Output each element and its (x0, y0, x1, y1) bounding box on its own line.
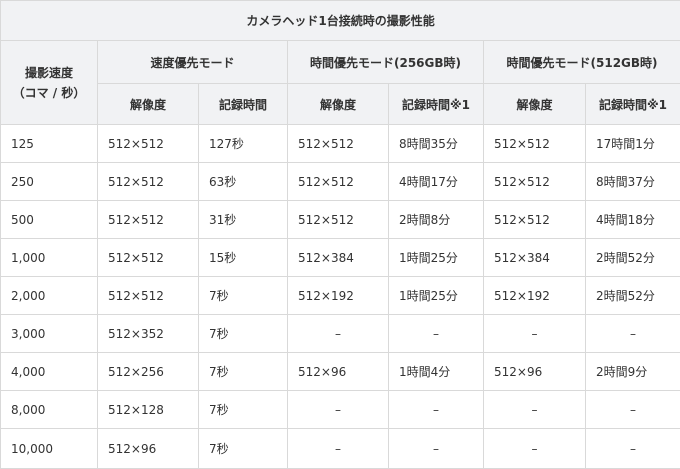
cell-resolution: 512×192 (484, 277, 586, 315)
cell-frame-rate: 125 (1, 125, 98, 163)
table-row: 250512×51263秒512×5124時間17分512×5128時間37分 (1, 163, 680, 201)
cell-resolution: 512×96 (288, 353, 389, 391)
group-header-time-priority-512gb: 時間優先モード(512GB時) (484, 41, 680, 84)
cell-frame-rate: 2,000 (1, 277, 98, 315)
cell-frame-rate: 1,000 (1, 239, 98, 277)
cell-resolution: – (484, 429, 586, 469)
cell-record-time: – (586, 429, 680, 469)
table-row: 3,000512×3527秒–––– (1, 315, 680, 353)
cell-resolution: 512×512 (98, 201, 199, 239)
speed-header-line1: 撮影速度 (25, 66, 73, 80)
performance-table: カメラヘッド1台接続時の撮影性能 撮影速度 （コマ / 秒） 速度優先モード 時… (0, 0, 680, 469)
cell-record-time: – (389, 315, 484, 353)
cell-resolution: 512×512 (288, 201, 389, 239)
cell-resolution: – (484, 315, 586, 353)
cell-record-time: – (586, 315, 680, 353)
cell-resolution: 512×512 (484, 163, 586, 201)
cell-record-time: – (389, 429, 484, 469)
cell-record-time: 2時間52分 (586, 239, 680, 277)
cell-record-time: 1時間25分 (389, 277, 484, 315)
cell-record-time: 7秒 (199, 277, 288, 315)
cell-record-time: 8時間35分 (389, 125, 484, 163)
cell-frame-rate: 10,000 (1, 429, 98, 469)
cell-record-time: 31秒 (199, 201, 288, 239)
table-row: 10,000512×967秒–––– (1, 429, 680, 469)
cell-frame-rate: 3,000 (1, 315, 98, 353)
cell-resolution: – (288, 429, 389, 469)
cell-resolution: 512×384 (484, 239, 586, 277)
cell-resolution: 512×512 (484, 125, 586, 163)
cell-record-time: 2時間8分 (389, 201, 484, 239)
cell-record-time: 7秒 (199, 391, 288, 429)
cell-resolution: 512×352 (98, 315, 199, 353)
cell-resolution: 512×128 (98, 391, 199, 429)
speed-header-line2: （コマ / 秒） (13, 86, 86, 100)
cell-resolution: – (288, 315, 389, 353)
cell-record-time: – (389, 391, 484, 429)
table-row: 8,000512×1287秒–––– (1, 391, 680, 429)
speed-header: 撮影速度 （コマ / 秒） (1, 41, 98, 125)
subheader-record-time: 記録時間※1 (586, 84, 680, 125)
table-title: カメラヘッド1台接続時の撮影性能 (1, 1, 680, 41)
cell-resolution: 512×384 (288, 239, 389, 277)
cell-record-time: 127秒 (199, 125, 288, 163)
cell-record-time: 15秒 (199, 239, 288, 277)
subheader-resolution: 解像度 (98, 84, 199, 125)
cell-frame-rate: 4,000 (1, 353, 98, 391)
cell-resolution: 512×96 (484, 353, 586, 391)
table-row: 4,000512×2567秒512×961時間4分512×962時間9分 (1, 353, 680, 391)
cell-record-time: 8時間37分 (586, 163, 680, 201)
cell-resolution: 512×512 (288, 125, 389, 163)
cell-record-time: 2時間9分 (586, 353, 680, 391)
subheader-record-time: 記録時間 (199, 84, 288, 125)
subheader-resolution: 解像度 (288, 84, 389, 125)
cell-record-time: 1時間25分 (389, 239, 484, 277)
table-row: 1,000512×51215秒512×3841時間25分512×3842時間52… (1, 239, 680, 277)
cell-resolution: 512×512 (98, 277, 199, 315)
table-row: 125512×512127秒512×5128時間35分512×51217時間1分 (1, 125, 680, 163)
subheader-resolution: 解像度 (484, 84, 586, 125)
group-header-speed-priority: 速度優先モード (98, 41, 288, 84)
cell-record-time: 1時間4分 (389, 353, 484, 391)
table-row: 2,000512×5127秒512×1921時間25分512×1922時間52分 (1, 277, 680, 315)
cell-resolution: 512×512 (484, 201, 586, 239)
cell-record-time: 4時間17分 (389, 163, 484, 201)
cell-resolution: 512×512 (98, 125, 199, 163)
cell-resolution: 512×256 (98, 353, 199, 391)
cell-record-time: 7秒 (199, 315, 288, 353)
subheader-record-time: 記録時間※1 (389, 84, 484, 125)
cell-record-time: 63秒 (199, 163, 288, 201)
cell-record-time: 17時間1分 (586, 125, 680, 163)
cell-resolution: 512×512 (98, 239, 199, 277)
group-header-time-priority-256gb: 時間優先モード(256GB時) (288, 41, 484, 84)
cell-record-time: – (586, 391, 680, 429)
cell-frame-rate: 250 (1, 163, 98, 201)
cell-frame-rate: 500 (1, 201, 98, 239)
cell-record-time: 7秒 (199, 353, 288, 391)
cell-resolution: – (484, 391, 586, 429)
cell-resolution: – (288, 391, 389, 429)
cell-resolution: 512×96 (98, 429, 199, 469)
table-row: 500512×51231秒512×5122時間8分512×5124時間18分 (1, 201, 680, 239)
cell-resolution: 512×192 (288, 277, 389, 315)
cell-frame-rate: 8,000 (1, 391, 98, 429)
cell-record-time: 4時間18分 (586, 201, 680, 239)
cell-record-time: 7秒 (199, 429, 288, 469)
cell-record-time: 2時間52分 (586, 277, 680, 315)
cell-resolution: 512×512 (288, 163, 389, 201)
cell-resolution: 512×512 (98, 163, 199, 201)
